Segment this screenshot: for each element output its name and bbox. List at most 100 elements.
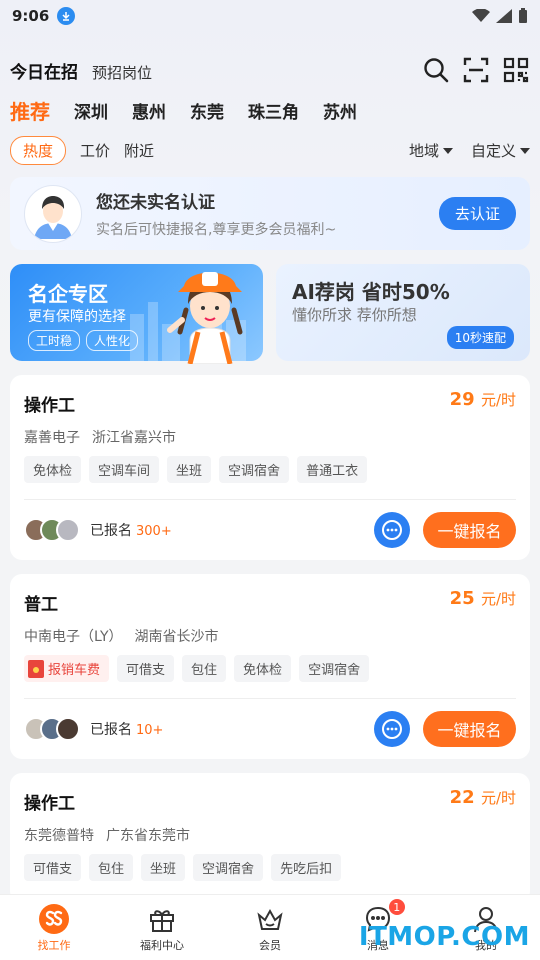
verify-button[interactable]: 去认证 (438, 197, 516, 230)
nav-welfare-center[interactable]: 福利中心 (108, 895, 216, 960)
job-tag: 坐班 (141, 854, 186, 881)
avatar (56, 717, 80, 741)
job-card[interactable]: 操作工 29 元/时 嘉善电子 浙江省嘉兴市 免体检 空调车间 坐班 空调宿舍 普… (10, 375, 530, 560)
divider (24, 698, 516, 699)
pay-unit: 元/时 (480, 590, 516, 608)
caret-down-icon (520, 147, 530, 154)
status-bar: 9:06 (0, 0, 540, 32)
status-icons (472, 8, 528, 24)
job-tag: 空调宿舍 (219, 456, 290, 483)
job-tag: 空调宿舍 (193, 854, 264, 881)
job-company: 东莞德普特 广东省东莞市 (24, 825, 190, 845)
job-card[interactable]: 操作工 22 元/时 东莞德普特 广东省东莞市 可借支 包住 坐班 空调宿舍 先吃… (10, 773, 530, 903)
avatar (56, 518, 80, 542)
job-company: 中南电子（LY） 湖南省长沙市 (24, 626, 219, 646)
nav-member[interactable]: 会员 (216, 895, 324, 960)
chat-bubble-icon (382, 719, 402, 739)
nav-find-job[interactable]: 找工作 (0, 895, 108, 960)
message-count-badge: 1 (388, 899, 405, 915)
signal-icon (496, 9, 512, 23)
job-tags: 免体检 空调车间 坐班 空调宿舍 普通工衣 (24, 456, 368, 483)
job-tag: 包住 (89, 854, 134, 881)
filter-hot[interactable]: 热度 (10, 136, 67, 165)
nav-label: 福利中心 (140, 939, 184, 952)
ai-match-badge: 10秒速配 (446, 326, 514, 349)
chat-bubble-icon (382, 520, 402, 540)
chat-button[interactable] (374, 711, 410, 747)
pay-amount: 22 (449, 787, 475, 808)
promo-right-title: AI荐岗 省时50% (292, 280, 450, 304)
top-tabs: 今日在招 预招岗位 (10, 58, 152, 87)
job-pay: 22 元/时 (450, 787, 516, 808)
tab-today-hiring[interactable]: 今日在招 (10, 58, 78, 87)
filter-bar: 热度 工价 附近 地域 自定义 (10, 136, 530, 165)
tab-pre-hiring[interactable]: 预招岗位 (92, 62, 152, 87)
job-tag: 先吃后扣 (271, 854, 342, 881)
promo-left-title: 名企专区 (28, 282, 108, 306)
ai-recommend-card[interactable]: AI荐岗 省时50% 懂你所求 荐你所想 10秒速配 (276, 264, 530, 361)
job-tag: 可借支 (24, 854, 82, 881)
verify-title: 您还未实名认证 (96, 193, 215, 213)
verification-banner[interactable]: 您还未实名认证 实名后可快捷报名,尊享更多会员福利~ 去认证 (10, 177, 530, 250)
city-tab-suzhou[interactable]: 苏州 (323, 98, 357, 123)
filter-nearby[interactable]: 附近 (124, 140, 154, 161)
job-location: 广东省东莞市 (106, 828, 190, 844)
chat-button[interactable] (374, 512, 410, 548)
city-tab-dongguan[interactable]: 东莞 (190, 98, 224, 123)
search-icon[interactable] (422, 56, 450, 84)
pay-unit: 元/时 (480, 391, 516, 409)
battery-icon (519, 8, 527, 23)
nav-label: 找工作 (37, 939, 71, 952)
city-tabs: 推荐 深圳 惠州 东莞 珠三角 苏州 (10, 96, 381, 125)
apply-button[interactable]: 一键报名 (423, 512, 516, 548)
apply-button[interactable]: 一键报名 (423, 711, 516, 747)
promo-left-subtitle: 更有保障的选择 (28, 309, 126, 325)
job-company: 嘉善电子 浙江省嘉兴市 (24, 427, 176, 447)
pay-unit: 元/时 (480, 789, 516, 807)
job-card[interactable]: 普工 25 元/时 中南电子（LY） 湖南省长沙市 报销车费 可借支 包住 免体检… (10, 574, 530, 759)
scan-icon[interactable] (462, 56, 490, 84)
job-tag: 可借支 (117, 655, 175, 682)
applicant-avatars (24, 717, 80, 741)
job-footer: 已报名 300+ 一键报名 (24, 510, 516, 550)
job-tag: 免体检 (234, 655, 292, 682)
job-tags: 报销车费 可借支 包住 免体检 空调宿舍 (24, 655, 370, 682)
city-tab-shenzhen[interactable]: 深圳 (74, 98, 108, 123)
city-tab-pearl-river-delta[interactable]: 珠三角 (248, 98, 299, 123)
job-location: 湖南省长沙市 (134, 629, 219, 645)
job-tag: 免体检 (24, 456, 82, 483)
promo-right-subtitle: 懂你所求 荐你所想 (292, 306, 417, 324)
company-name: 东莞德普特 (24, 828, 94, 844)
job-tag: 包住 (182, 655, 227, 682)
pay-amount: 25 (449, 588, 475, 609)
travel-reimburse-tag: 报销车费 (24, 655, 110, 682)
signed-text: 已报名 (90, 722, 132, 738)
divider (24, 499, 516, 500)
job-title: 操作工 (24, 794, 75, 814)
brand-logo-icon (38, 903, 70, 935)
mascot-girl-icon (167, 272, 243, 364)
job-tag: 空调宿舍 (299, 655, 370, 682)
filter-wage[interactable]: 工价 (80, 140, 110, 161)
watermark: ITMOP.COM (358, 922, 530, 952)
job-title: 普工 (24, 595, 58, 615)
job-tag: 坐班 (167, 456, 212, 483)
signed-text: 已报名 (90, 523, 132, 539)
job-tag: 空调车间 (89, 456, 160, 483)
custom-label: 自定义 (470, 142, 516, 160)
caret-down-icon (442, 147, 453, 154)
qr-code-icon[interactable] (502, 56, 530, 84)
job-pay: 25 元/时 (450, 588, 516, 609)
pay-amount: 29 (449, 389, 475, 410)
verify-subtitle: 实名后可快捷报名,尊享更多会员福利~ (96, 222, 337, 238)
filter-dropdowns: 地域 自定义 (409, 140, 530, 161)
custom-dropdown[interactable]: 自定义 (471, 140, 530, 161)
region-label: 地域 (408, 142, 439, 160)
job-location: 浙江省嘉兴市 (92, 430, 176, 446)
city-tab-recommend[interactable]: 推荐 (10, 96, 50, 125)
nav-label: 会员 (259, 939, 281, 952)
region-dropdown[interactable]: 地域 (409, 140, 453, 161)
promo-tag: 工时稳 (28, 330, 81, 351)
signed-count: 10+ (136, 723, 164, 738)
city-tab-huizhou[interactable]: 惠州 (132, 98, 166, 123)
